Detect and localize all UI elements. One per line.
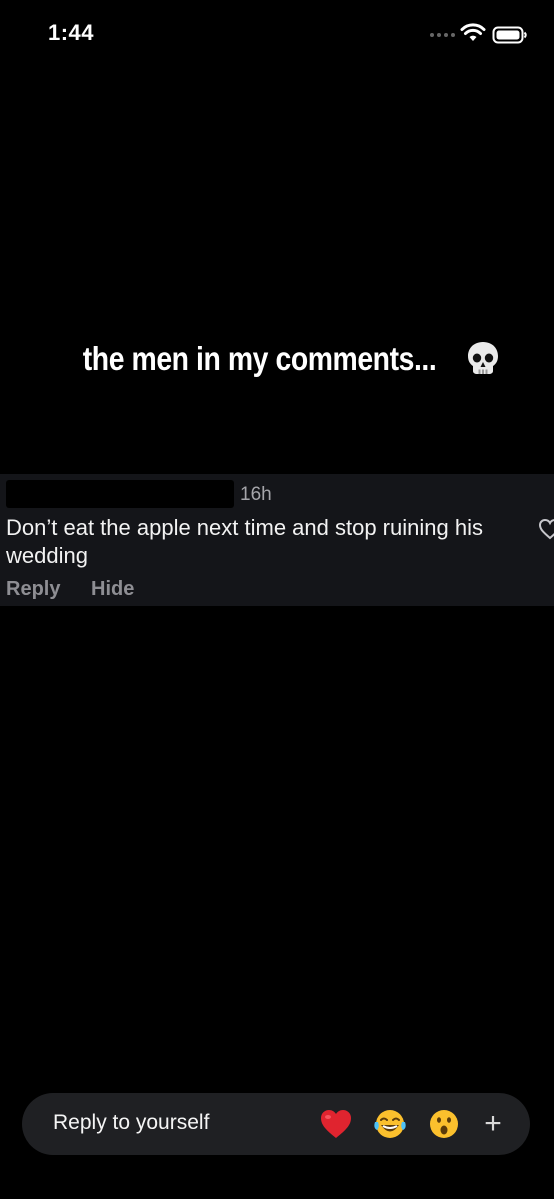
status-time: 1:44	[48, 20, 95, 45]
tears-of-joy-emoji-icon[interactable]	[372, 1106, 408, 1142]
red-heart-emoji-icon[interactable]	[318, 1106, 354, 1142]
reply-input[interactable]: Reply to yourself	[53, 1111, 209, 1135]
heart-outline-icon[interactable]	[538, 518, 554, 540]
story-caption: the men in my comments...	[0, 338, 554, 378]
cellular-signal-icon	[430, 33, 455, 37]
hide-button[interactable]: Hide	[91, 578, 134, 600]
reply-bar[interactable]: Reply to yourself +	[22, 1093, 530, 1155]
comment-actions: Reply Hide	[6, 578, 159, 601]
battery-icon	[492, 26, 527, 44]
status-bar: 1:44	[0, 0, 554, 70]
wifi-icon	[460, 23, 486, 41]
comment-timestamp: 16h	[240, 484, 272, 505]
add-reaction-plus-icon[interactable]: +	[478, 1107, 508, 1141]
reply-button[interactable]: Reply	[6, 578, 60, 600]
skull-icon	[467, 342, 498, 375]
surprised-face-emoji-icon[interactable]	[426, 1106, 462, 1142]
comment-card: 16h Don’t eat the apple next time and st…	[0, 474, 554, 606]
caption-text: the men in my comments...	[82, 340, 437, 378]
comment-text: Don’t eat the apple next time and stop r…	[6, 515, 483, 568]
redacted-username	[6, 480, 234, 508]
